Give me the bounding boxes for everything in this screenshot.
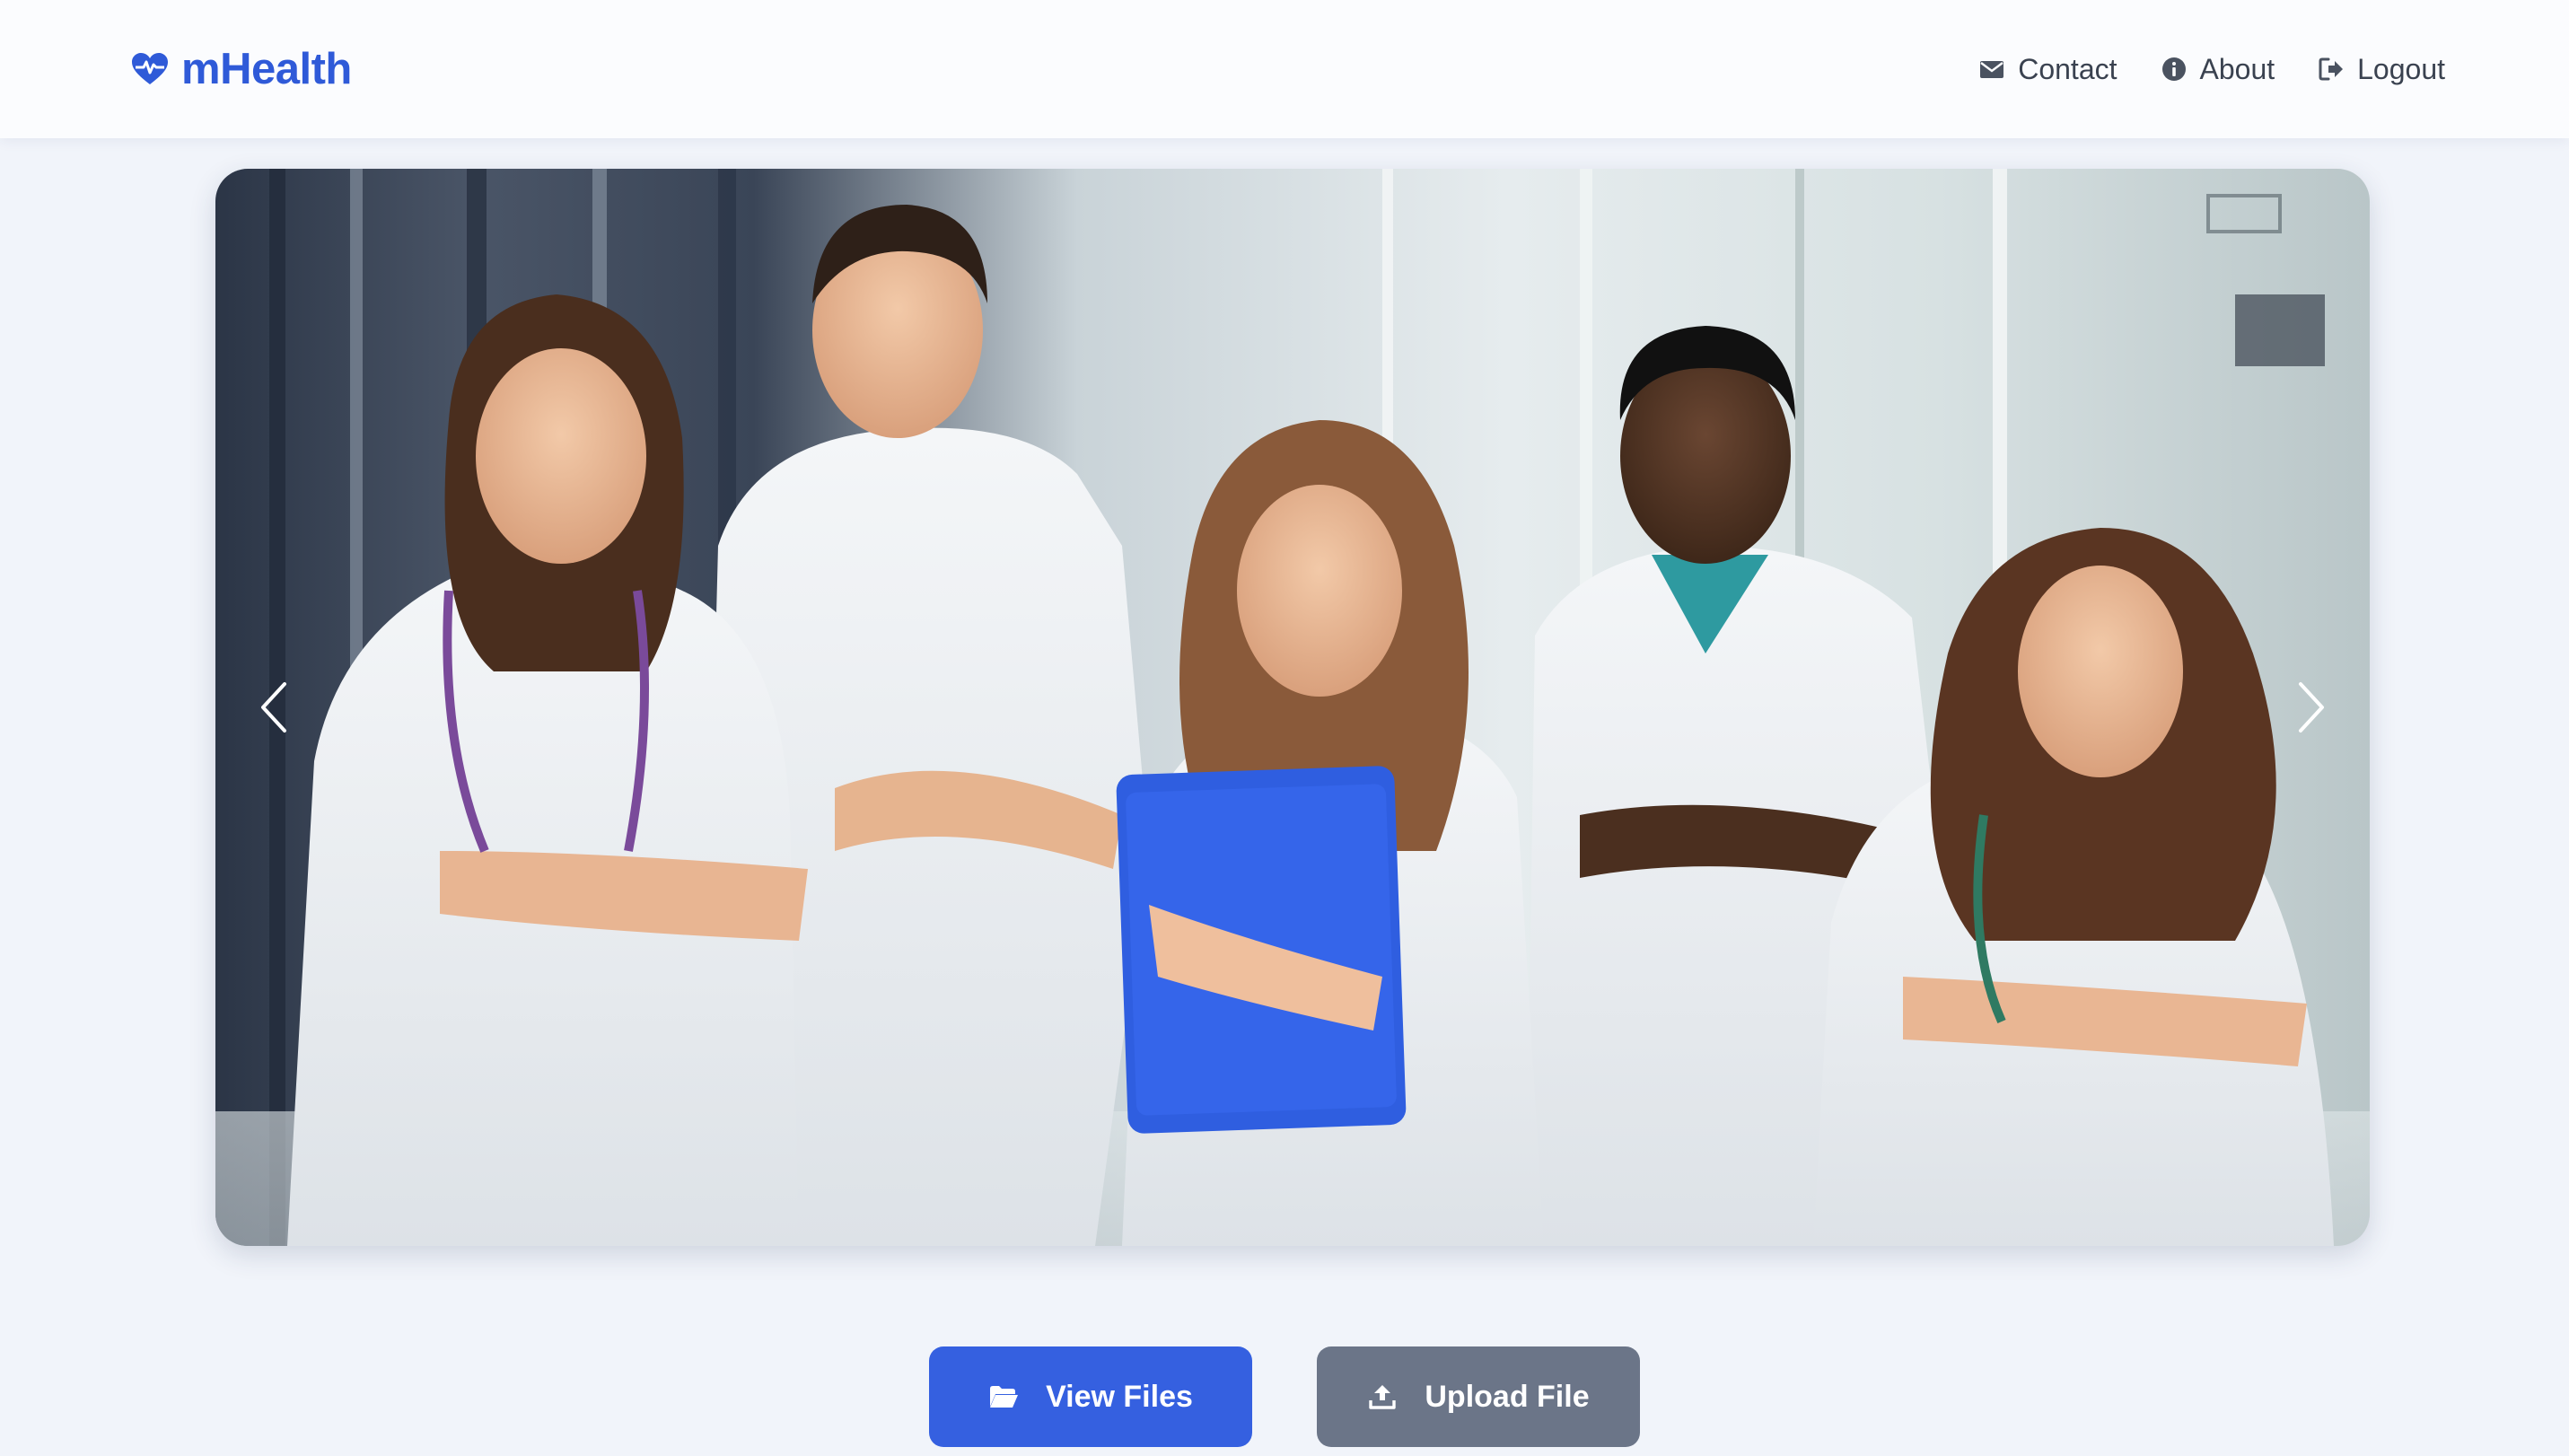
chevron-left-icon (261, 682, 286, 732)
brand-logo[interactable]: mHealth (131, 44, 352, 94)
hero-carousel (215, 169, 2370, 1246)
action-buttons: View Files Upload File (0, 1346, 2569, 1447)
nav-link-contact[interactable]: Contact (1978, 53, 2117, 86)
upload-file-label: Upload File (1425, 1379, 1590, 1414)
upload-icon (1369, 1385, 1397, 1409)
brand-name: mHealth (181, 45, 352, 93)
nav-link-about-label: About (2199, 52, 2275, 85)
upload-file-button[interactable]: Upload File (1317, 1346, 1640, 1447)
nav-link-logout[interactable]: Logout (2318, 53, 2445, 86)
view-files-button[interactable]: View Files (929, 1346, 1252, 1447)
envelope-icon (1980, 61, 2004, 78)
nav-link-logout-label: Logout (2357, 52, 2445, 85)
info-circle-icon (2161, 57, 2186, 81)
logout-icon (2319, 57, 2344, 81)
nav-link-about[interactable]: About (2161, 53, 2275, 86)
medical-team-photo (215, 169, 2370, 1246)
nav-link-contact-label: Contact (2018, 52, 2117, 85)
folder-open-icon (990, 1386, 1019, 1408)
chevron-right-icon (2299, 682, 2324, 732)
nav-links: Contact About Logout (1978, 53, 2445, 86)
view-files-label: View Files (1046, 1379, 1193, 1414)
carousel-prev-button[interactable] (233, 653, 314, 761)
top-navbar: mHealth Contact About Logout (0, 0, 2569, 138)
carousel-next-button[interactable] (2271, 653, 2352, 761)
heart-pulse-icon (132, 53, 168, 84)
